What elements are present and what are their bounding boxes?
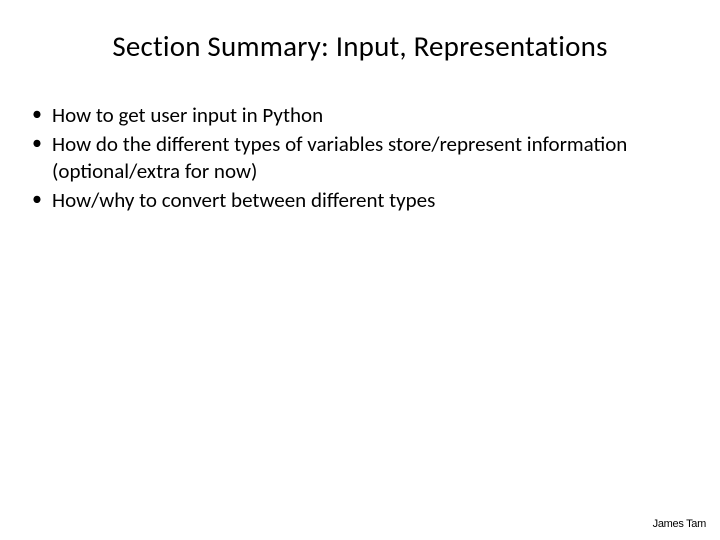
footer-author: James Tam bbox=[653, 518, 706, 530]
list-item: How do the different types of variables … bbox=[30, 131, 688, 185]
slide: Section Summary: Input, Representations … bbox=[0, 0, 720, 540]
list-item: How/why to convert between different typ… bbox=[30, 187, 688, 214]
bullet-list: How to get user input in Python How do t… bbox=[0, 102, 720, 214]
list-item: How to get user input in Python bbox=[30, 102, 688, 129]
slide-title: Section Summary: Input, Representations bbox=[0, 28, 720, 64]
